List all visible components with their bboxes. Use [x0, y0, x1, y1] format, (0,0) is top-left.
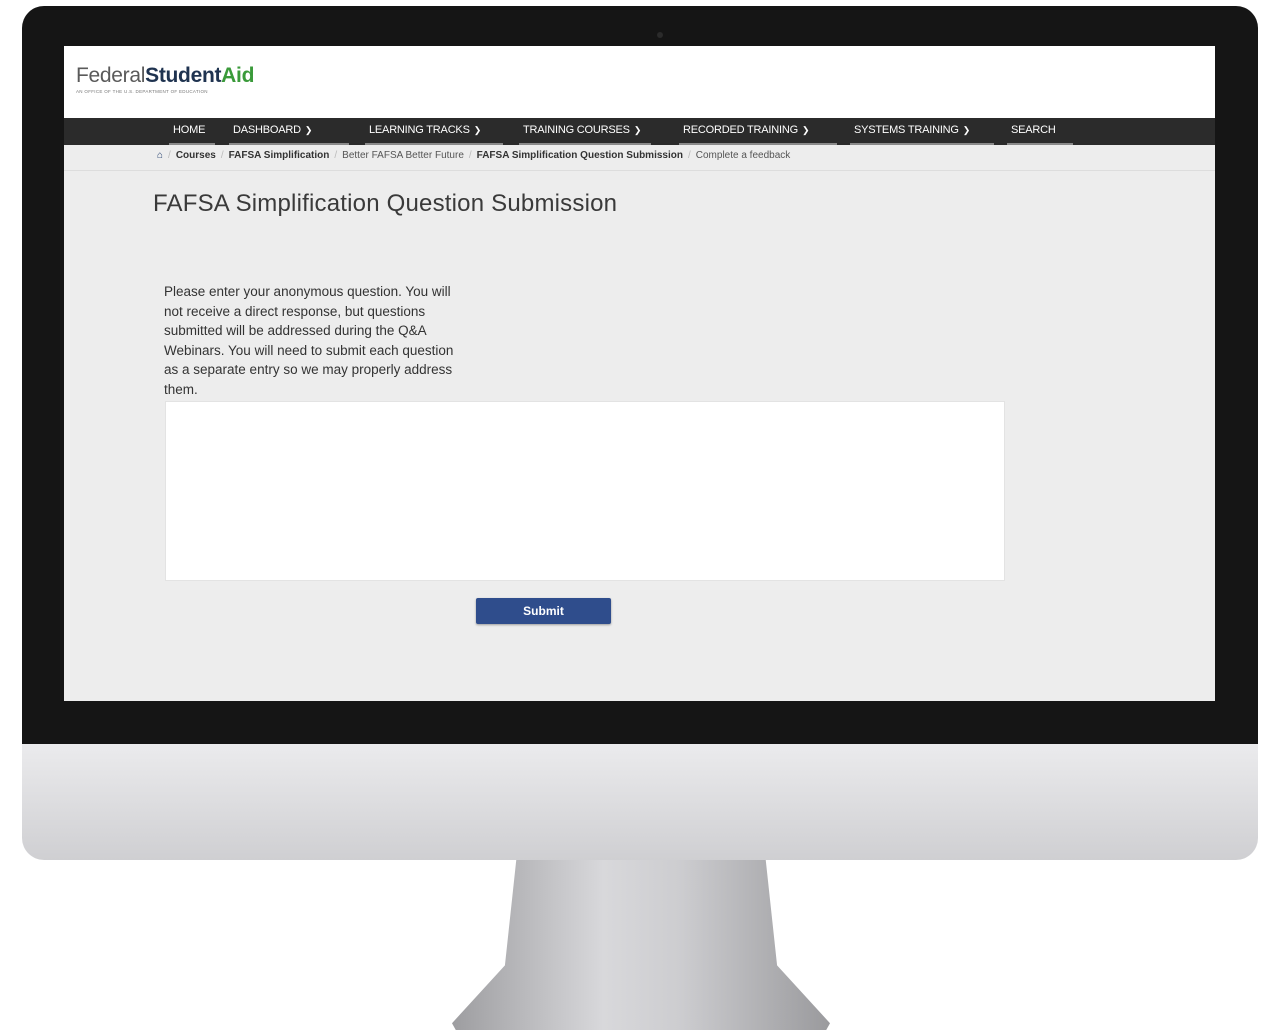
monitor-stand — [452, 860, 830, 1030]
breadcrumb-separator: / — [168, 150, 171, 161]
page-title: FAFSA Simplification Question Submission — [153, 190, 618, 217]
breadcrumb-better-fafsa[interactable]: Better FAFSA Better Future — [342, 150, 464, 161]
chevron-down-icon: ❯ — [801, 125, 810, 135]
nav-label: SYSTEMS TRAINING — [854, 124, 959, 136]
breadcrumb-separator: / — [468, 150, 472, 161]
breadcrumb-divider — [64, 170, 1215, 171]
logo-word-federal: Federal — [76, 64, 146, 87]
browser-screen: FederalStudentAid An OFFICE of the U.S. … — [64, 46, 1215, 701]
breadcrumb-question-submission[interactable]: FAFSA Simplification Question Submission — [477, 150, 683, 161]
logo-word-aid: Aid — [221, 64, 255, 87]
nav-item-recorded-training[interactable]: RECORDED TRAINING ❯ — [679, 118, 837, 145]
chevron-down-icon: ❯ — [304, 125, 313, 135]
chevron-down-icon: ❯ — [962, 125, 971, 135]
breadcrumb-separator: / — [334, 150, 338, 161]
nav-label: LEARNING TRACKS — [369, 124, 470, 136]
nav-item-learning-tracks[interactable]: LEARNING TRACKS ❯ — [365, 118, 503, 145]
nav-label: DASHBOARD — [233, 124, 301, 136]
logo-word-student: Student — [145, 64, 222, 87]
monitor-chin — [22, 744, 1258, 860]
question-prompt: Please enter your anonymous question. Yo… — [164, 284, 454, 397]
chevron-down-icon: ❯ — [633, 125, 642, 135]
question-textarea[interactable] — [165, 401, 1005, 581]
nav-item-dashboard[interactable]: DASHBOARD ❯ — [229, 118, 349, 145]
chevron-down-icon: ❯ — [473, 125, 482, 135]
logo-tagline: An OFFICE of the U.S. DEPARTMENT of EDUC… — [76, 89, 208, 94]
nav-label: HOME — [173, 124, 206, 136]
breadcrumb-current: Complete a feedback — [695, 150, 791, 161]
breadcrumb-fafsa-simplification[interactable]: FAFSA Simplification — [229, 150, 330, 161]
camera-dot — [657, 32, 663, 38]
submit-button[interactable]: Submit — [476, 598, 611, 624]
breadcrumb-separator: / — [687, 150, 691, 161]
federal-student-aid-logo[interactable]: FederalStudentAid An OFFICE of the U.S. … — [76, 64, 254, 94]
nav-label: RECORDED TRAINING — [683, 124, 798, 136]
nav-item-home[interactable]: HOME — [169, 118, 215, 145]
breadcrumb-courses[interactable]: Courses — [176, 150, 216, 161]
nav-item-search[interactable]: SEARCH — [1007, 118, 1073, 145]
site-header: FederalStudentAid An OFFICE of the U.S. … — [64, 46, 1215, 118]
breadcrumb: ⌂ / Courses / FAFSA Simplification / Better FA… — [157, 150, 790, 161]
nav-label: TRAINING COURSES — [523, 124, 630, 136]
nav-label: SEARCH — [1011, 124, 1056, 136]
main-nav: HOME DASHBOARD ❯ LEARNING TRACKS ❯ TRAININ… — [64, 118, 1215, 145]
nav-item-systems-training[interactable]: SYSTEMS TRAINING ❯ — [850, 118, 994, 145]
home-icon[interactable]: ⌂ — [157, 150, 163, 161]
breadcrumb-separator: / — [220, 150, 224, 161]
nav-item-training-courses[interactable]: TRAINING COURSES ❯ — [519, 118, 651, 145]
